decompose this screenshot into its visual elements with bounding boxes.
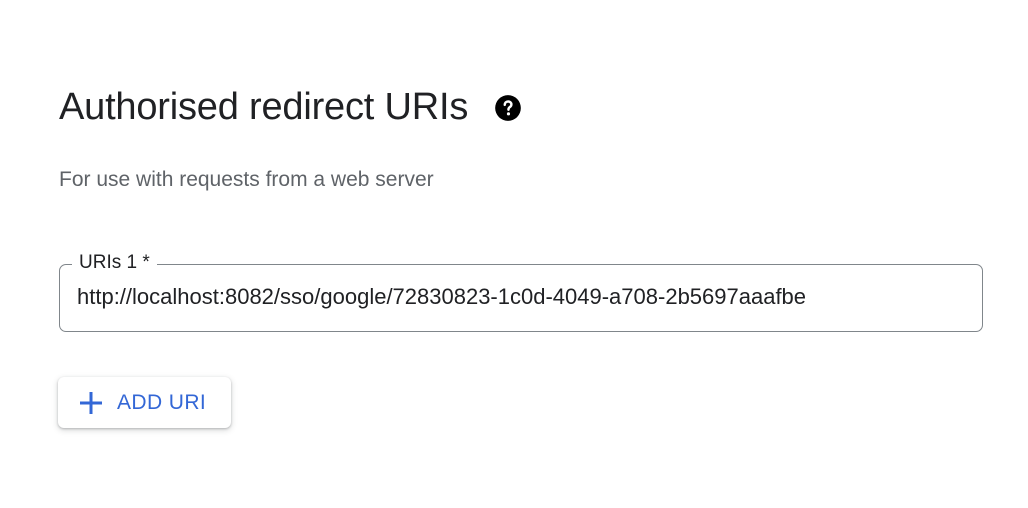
plus-icon [78, 390, 104, 416]
redirect-uris-panel: Authorised redirect URIs For use with re… [0, 0, 1028, 508]
help-circle-icon[interactable] [494, 94, 522, 122]
uri-field-label: URIs 1 * [72, 250, 157, 276]
uri-input[interactable] [77, 281, 967, 313]
section-subtitle: For use with requests from a web server [59, 168, 434, 191]
section-title: Authorised redirect URIs [59, 86, 469, 128]
add-uri-label: ADD URI [117, 390, 207, 414]
uri-field[interactable]: URIs 1 * [59, 250, 983, 332]
section-header: Authorised redirect URIs [59, 84, 522, 130]
add-uri-button[interactable]: ADD URI [58, 377, 231, 428]
